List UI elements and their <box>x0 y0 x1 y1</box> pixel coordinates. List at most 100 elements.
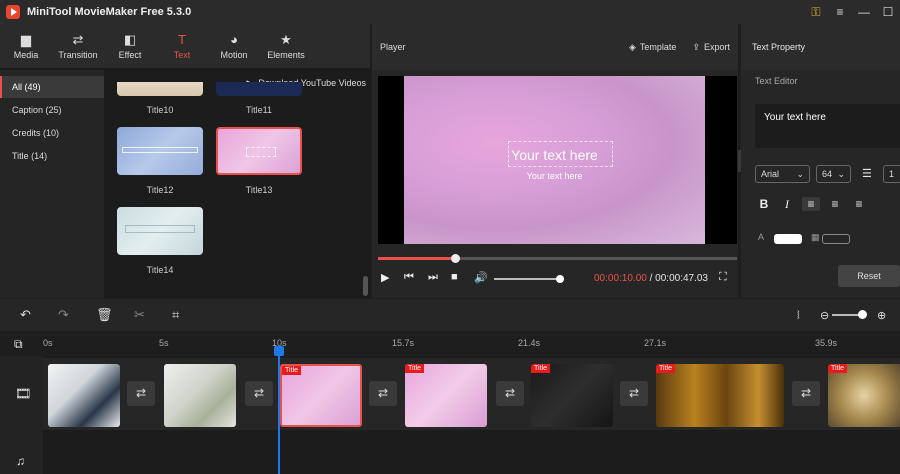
category-nav: All (49) Caption (25) Credits (10) Title… <box>0 70 104 298</box>
transition-slot[interactable]: ⇄ <box>369 381 397 406</box>
italic-button[interactable]: I <box>778 197 796 212</box>
seek-handle[interactable] <box>451 254 460 263</box>
title-clip[interactable]: Title <box>405 364 487 427</box>
transition-icon: ⇄ <box>72 32 84 47</box>
title-clip[interactable]: Title <box>531 364 613 427</box>
redo-icon[interactable]: ↷ <box>58 307 69 323</box>
toolbar-label: Effect <box>118 50 142 60</box>
text-color-icon: A <box>758 232 765 242</box>
undo-icon[interactable]: ↶ <box>20 307 31 323</box>
maximize-button[interactable]: ☐ <box>876 5 900 19</box>
chevron-down-icon: ⌄ <box>796 168 804 179</box>
template-label: Template <box>639 42 677 52</box>
title-clip[interactable]: Title <box>280 364 362 427</box>
key-icon[interactable]: ⚿ <box>804 5 828 20</box>
zoom-out-icon[interactable]: ⊖ <box>820 309 829 322</box>
text-icon: T <box>178 32 186 47</box>
preview-sub-text: Your text here <box>526 171 583 181</box>
video-clip[interactable] <box>48 364 120 427</box>
title-bar: MiniTool MovieMaker Free 5.3.0 ⚿ ≡ — ☐ <box>0 0 900 24</box>
playhead[interactable] <box>278 352 280 474</box>
align-left-button[interactable]: ≡ <box>802 197 820 211</box>
volume-handle[interactable] <box>556 275 564 283</box>
background-color-swatch[interactable] <box>822 234 850 244</box>
transition-slot[interactable]: ⇄ <box>620 381 648 406</box>
toolbar-media[interactable]: ▆ Media <box>0 24 52 68</box>
thumb-label: Title13 <box>245 185 273 195</box>
zoom-in-icon[interactable]: ⊕ <box>877 309 886 322</box>
tick-label: 27.1s <box>644 338 667 348</box>
elements-icon: ★ <box>280 32 292 47</box>
library-scrollbar[interactable] <box>363 276 368 296</box>
thumb-title14[interactable] <box>117 207 203 255</box>
split-icon[interactable]: ✂ <box>134 307 145 323</box>
toolbar-label: Text <box>173 50 191 60</box>
thumb-title11[interactable] <box>216 82 302 96</box>
transition-slot[interactable]: ⇄ <box>245 381 273 406</box>
toolbar-text[interactable]: T Text <box>156 24 208 68</box>
stop-button[interactable]: ■ <box>451 271 458 283</box>
player-title: Player <box>380 42 406 52</box>
thumb-title10[interactable] <box>117 82 203 96</box>
menu-icon[interactable]: ≡ <box>828 5 852 19</box>
text-editor-input[interactable]: Your text here <box>755 104 900 148</box>
title-tag: Title <box>656 364 675 373</box>
app-title: MiniTool MovieMaker Free 5.3.0 <box>27 6 192 18</box>
thumb-title13[interactable] <box>216 127 302 175</box>
export-button[interactable]: ⇪ Export <box>692 42 730 53</box>
fit-timeline-icon[interactable]: ⧘ <box>797 307 800 323</box>
toolbar-effect[interactable]: ◧ Effect <box>104 24 156 68</box>
time-display: 00:00:10.00 / 00:00:47.03 <box>594 273 708 284</box>
motion-icon: ◕ <box>230 32 238 47</box>
timeline-ruler[interactable] <box>0 332 900 356</box>
bold-button[interactable]: B <box>755 197 773 211</box>
film-icon: 🎞 <box>15 386 32 401</box>
toolbar-elements[interactable]: ★ Elements <box>260 24 312 68</box>
volume-icon[interactable]: 🔊 <box>474 271 488 284</box>
tick-label: 21.4s <box>518 338 541 348</box>
category-credits[interactable]: Credits (10) <box>0 122 104 144</box>
crop-icon[interactable]: ⌗ <box>172 307 179 323</box>
title-clip[interactable]: Title <box>656 364 784 427</box>
thumb-label: Title14 <box>146 265 174 275</box>
title-tag: Title <box>405 364 424 373</box>
zoom-handle[interactable] <box>858 310 867 319</box>
total-time: / 00:00:47.03 <box>649 273 708 284</box>
title-clip[interactable]: Title <box>828 364 900 427</box>
thumb-title12[interactable] <box>117 127 203 175</box>
font-size-select[interactable]: 64 ⌄ <box>816 165 851 183</box>
video-clip[interactable] <box>164 364 236 427</box>
next-frame-button[interactable]: ⏭ <box>428 271 438 284</box>
delete-icon[interactable]: 🗑 <box>96 307 113 323</box>
previous-frame-button[interactable]: ⏮ <box>404 271 414 284</box>
transition-slot[interactable]: ⇄ <box>127 381 155 406</box>
text-color-swatch[interactable] <box>774 234 802 244</box>
align-right-button[interactable]: ≡ <box>850 197 868 211</box>
line-spacing-select[interactable]: 1 <box>883 165 900 183</box>
category-all[interactable]: All (49) <box>0 76 104 98</box>
align-center-button[interactable]: ≡ <box>826 197 844 211</box>
main-toolbar: ▆ Media ⇄ Transition ◧ Effect T Text ◕ Motion… <box>0 24 370 69</box>
add-track-icon[interactable]: ⧉ <box>14 337 23 352</box>
transition-slot[interactable]: ⇄ <box>496 381 524 406</box>
volume-slider[interactable] <box>494 278 560 280</box>
folder-icon: ▆ <box>21 32 31 47</box>
category-caption[interactable]: Caption (25) <box>0 99 104 121</box>
toolbar-transition[interactable]: ⇄ Transition <box>52 24 104 68</box>
chevron-down-icon: ⌄ <box>837 168 845 179</box>
toolbar-label: Motion <box>220 50 248 60</box>
title-tag: Title <box>828 364 847 373</box>
category-title[interactable]: Title (14) <box>0 145 104 167</box>
transition-slot[interactable]: ⇄ <box>792 381 820 406</box>
tick-label: 5s <box>159 338 169 348</box>
thumb-label: Title11 <box>245 105 272 115</box>
fullscreen-icon[interactable]: ⛶ <box>719 271 727 284</box>
template-button[interactable]: ◈ Template <box>629 42 676 53</box>
minimize-button[interactable]: — <box>852 5 876 19</box>
text-editor-label: Text Editor <box>755 76 798 86</box>
toolbar-motion[interactable]: ◕ Motion <box>208 24 260 68</box>
preview-main-text[interactable]: Your text here <box>404 147 705 163</box>
play-button[interactable]: ▶ <box>381 271 389 284</box>
font-select[interactable]: Arial ⌄ <box>755 165 810 183</box>
reset-button[interactable]: Reset <box>838 265 900 287</box>
